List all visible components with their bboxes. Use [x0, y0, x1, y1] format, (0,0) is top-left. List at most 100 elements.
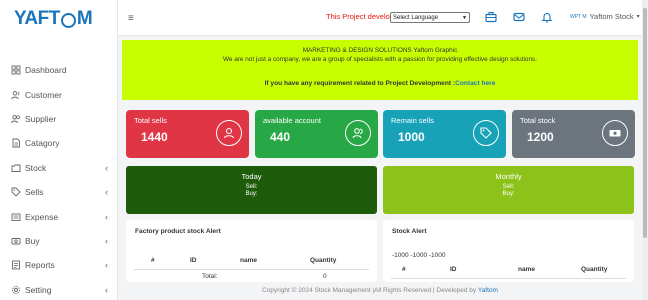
sidebar-item-label: Expense	[25, 211, 59, 222]
column-header-number[interactable]: #	[151, 257, 155, 264]
monthly-summary: Monthly Sell: Buy:	[383, 166, 634, 214]
expense-icon	[10, 211, 21, 222]
sidebar-item-label: Sells	[25, 187, 44, 198]
card-remain-sells[interactable]: Remain sells 1000	[383, 110, 506, 158]
footer-developer-link[interactable]: Yaftom	[478, 287, 498, 294]
sidebar-item-label: Setting	[25, 284, 52, 295]
user-avatar: WPT M	[570, 13, 587, 20]
chevron-left-icon[interactable]: ‹	[105, 212, 108, 222]
sidebar-item-stock[interactable]: Stock ‹	[0, 156, 118, 180]
column-header-number[interactable]: #	[402, 266, 406, 273]
caret-down-icon: ▾	[636, 14, 640, 20]
banner-cta: If you have any requirement related to P…	[122, 80, 638, 87]
column-header-id[interactable]: ID	[190, 257, 197, 264]
stock-alert-panel: Stock Alert -1000 -1000 -1000 # ID name …	[383, 220, 634, 282]
sidebar-item-label: Dashboard	[25, 65, 67, 76]
chevron-left-icon[interactable]: ‹	[105, 187, 108, 197]
banner-description: We are not just a company, we are a grou…	[222, 56, 538, 63]
sidebar-item-label: Customer	[25, 89, 62, 100]
table-divider	[391, 278, 626, 279]
sidebar-item-dashboard[interactable]: Dashboard	[0, 58, 118, 82]
total-label: Total:	[202, 273, 218, 280]
sidebar-item-catagory[interactable]: Catagory	[0, 131, 118, 155]
card-available-account[interactable]: available account 440	[255, 110, 378, 158]
sidebar-item-label: Catagory	[25, 138, 60, 149]
sidebar-item-label: Stock	[25, 162, 47, 173]
language-select[interactable]: Select Language ▼	[390, 12, 470, 23]
tag-icon	[10, 187, 21, 198]
gear-icon	[10, 284, 21, 295]
banner-cta-text: If you have any requirement related to P…	[264, 80, 456, 87]
column-header-quantity[interactable]: Quantity	[581, 266, 607, 273]
page-scrollbar[interactable]	[642, 0, 648, 300]
category-icon	[10, 138, 21, 149]
tag-icon	[473, 120, 499, 146]
sidebar-item-label: Supplier	[25, 113, 57, 124]
stock-icon	[10, 162, 21, 173]
today-sell: Sell:	[245, 184, 258, 190]
sidebar-item-customer[interactable]: Customer	[0, 82, 118, 106]
banner-headline: MARKETING & DESIGN SOLUTIONS Yaftom Grap…	[302, 47, 458, 54]
mail-icon[interactable]	[512, 10, 526, 24]
user-menu[interactable]: WPT M Yaftom Stock ▾	[570, 12, 640, 21]
monthly-title: Monthly	[495, 172, 522, 181]
sidebar-item-buy[interactable]: Buy ‹	[0, 229, 118, 253]
chevron-left-icon[interactable]: ‹	[105, 236, 108, 246]
user-name: Yaftom Stock	[589, 12, 634, 21]
column-header-id[interactable]: ID	[450, 266, 457, 273]
today-title: Today	[241, 172, 262, 181]
top-bar: ≡ This Project develope Select Language …	[118, 0, 648, 36]
sidebar-item-sells[interactable]: Sells ‹	[0, 180, 118, 204]
bell-icon[interactable]	[540, 10, 554, 24]
factory-stock-alert-panel: Factory product stock Alert # ID name Qu…	[126, 220, 377, 282]
brand-logo[interactable]: YAFT M	[14, 6, 93, 32]
contact-link[interactable]: Contact here	[455, 80, 495, 87]
logo-text-end: M	[76, 8, 93, 29]
supplier-icon	[10, 113, 21, 124]
monthly-sell: Sell:	[502, 184, 515, 190]
app-root: YAFT M Dashboard Customer Supplier Catagory S…	[0, 0, 648, 300]
column-header-name[interactable]: name	[240, 257, 257, 264]
sidebar-item-setting[interactable]: Setting ‹	[0, 278, 118, 300]
monthly-buy: Buy:	[502, 191, 515, 197]
sidebar-item-label: Reports	[25, 260, 55, 271]
column-header-name[interactable]: name	[518, 266, 535, 273]
sidebar-item-reports[interactable]: Reports ‹	[0, 253, 118, 277]
total-value: 0	[323, 273, 327, 280]
today-buy: Buy:	[245, 191, 258, 197]
menu-toggle-icon[interactable]: ≡	[128, 13, 134, 24]
money-icon	[602, 120, 628, 146]
logo-globe-icon	[60, 12, 76, 28]
card-total-sells[interactable]: Total sells 1440	[126, 110, 249, 158]
table-divider	[134, 269, 369, 270]
reports-icon	[10, 260, 21, 271]
chevron-down-icon: ▼	[462, 14, 467, 21]
sidebar-nav: Dashboard Customer Supplier Catagory Stock ‹ S…	[0, 58, 118, 300]
promo-banner: MARKETING & DESIGN SOLUTIONS Yaftom Grap…	[122, 40, 638, 100]
briefcase-icon[interactable]	[484, 10, 498, 24]
users-icon	[345, 120, 371, 146]
stock-alert-values: -1000 -1000 -1000	[392, 252, 446, 259]
chevron-left-icon[interactable]: ‹	[105, 163, 108, 173]
footer-copyright: Copyright © 2024 Stock Management |All R…	[262, 287, 478, 294]
dashboard-icon	[10, 65, 21, 76]
user-icon	[216, 120, 242, 146]
chevron-left-icon[interactable]: ‹	[105, 260, 108, 270]
logo-text-start: YAFT	[14, 8, 60, 29]
sidebar: YAFT M Dashboard Customer Supplier Catagory S…	[0, 0, 118, 300]
sidebar-item-expense[interactable]: Expense ‹	[0, 204, 118, 228]
today-summary: Today Sell: Buy:	[126, 166, 377, 214]
column-header-quantity[interactable]: Quantity	[310, 257, 336, 264]
announcement-marquee: This Project develope	[326, 12, 399, 21]
scrollbar-thumb[interactable]	[643, 8, 647, 238]
footer: Copyright © 2024 Stock Management |All R…	[118, 287, 642, 294]
card-total-stock[interactable]: Total stock 1200	[512, 110, 635, 158]
factory-panel-title: Factory product stock Alert	[135, 228, 221, 235]
chevron-left-icon[interactable]: ‹	[105, 285, 108, 295]
customer-icon	[10, 89, 21, 100]
sidebar-item-label: Buy	[25, 235, 40, 246]
buy-icon	[10, 235, 21, 246]
sidebar-item-supplier[interactable]: Supplier	[0, 107, 118, 131]
language-select-value: Select Language	[393, 14, 439, 21]
stock-panel-title: Stock Alert	[392, 228, 427, 235]
